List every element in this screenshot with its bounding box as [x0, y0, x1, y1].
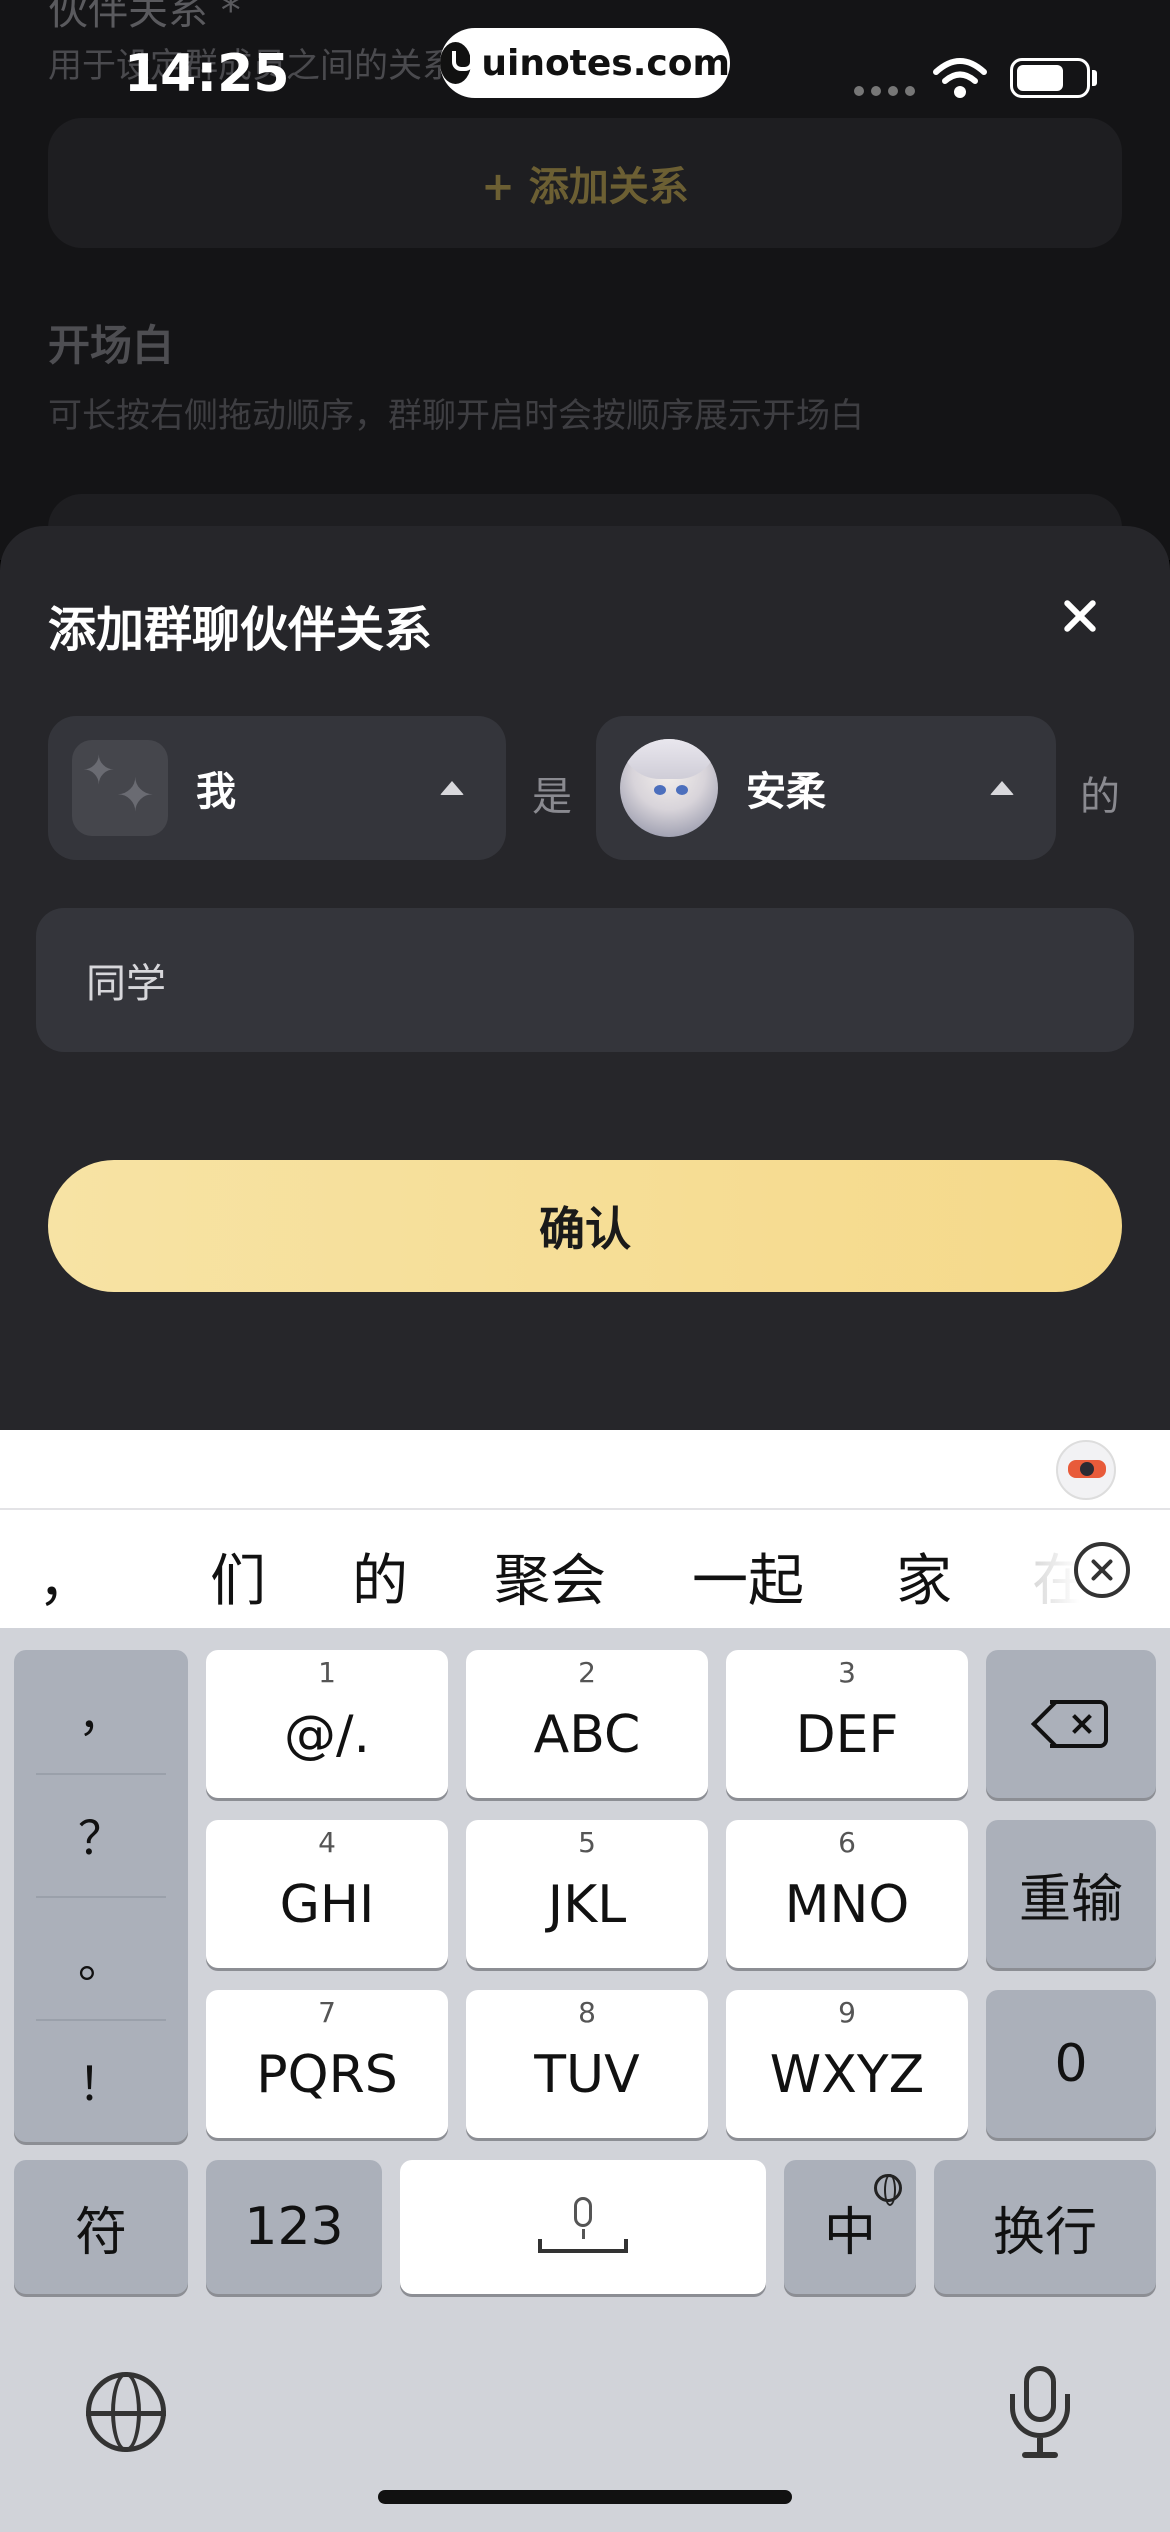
punct-comma-key[interactable]: ， — [14, 1650, 188, 1773]
candidate-item[interactable]: 的 — [352, 1536, 408, 1617]
candidate-bar: ， 们 的 聚会 一起 家 在 — [0, 1510, 1170, 1628]
microphone-icon[interactable] — [1010, 2366, 1070, 2460]
key-5[interactable]: 5 JKL — [466, 1820, 708, 1968]
space-key[interactable] — [400, 2160, 766, 2294]
globe-icon[interactable] — [86, 2372, 166, 2452]
key-6[interactable]: 6 MNO — [726, 1820, 968, 1968]
status-bar: 14:25 uinotes.com — [0, 0, 1170, 150]
sheet-title: 添加群聊伙伴关系 — [48, 602, 433, 658]
ime-toolbar — [0, 1430, 1170, 1510]
close-candidates-icon[interactable] — [1074, 1542, 1130, 1598]
url-pill: uinotes.com — [440, 28, 730, 98]
sparkle-avatar-icon: ✦ ✦ — [72, 740, 168, 836]
numbers-key[interactable]: 123 — [206, 2160, 382, 2294]
right-member-name: 安柔 — [746, 769, 826, 815]
candidate-item[interactable]: 一起 — [692, 1536, 804, 1617]
home-indicator[interactable] — [378, 2490, 792, 2504]
caret-up-icon — [990, 781, 1014, 795]
battery-icon — [1010, 58, 1090, 98]
symbol-key[interactable]: 符 — [14, 2160, 188, 2294]
battery-cap — [1092, 70, 1097, 86]
wifi-icon — [933, 58, 987, 98]
key-9[interactable]: 9 WXYZ — [726, 1990, 968, 2138]
uinotes-logo-icon — [440, 42, 475, 84]
space-mic-icon — [538, 2197, 628, 2257]
retype-key[interactable]: 重输 — [986, 1820, 1156, 1968]
confirm-button[interactable]: 确认 — [48, 1160, 1122, 1292]
close-icon[interactable] — [1050, 586, 1110, 646]
key-1[interactable]: 1 @/. — [206, 1650, 448, 1798]
punct-question-key[interactable]: ？ — [14, 1773, 188, 1896]
opening-lines-title: 开场白 — [48, 321, 175, 370]
candidate-item[interactable]: ， — [38, 1536, 94, 1617]
left-member-picker[interactable]: ✦ ✦ 我 — [48, 716, 506, 860]
status-time: 14:25 — [124, 44, 290, 104]
key-7[interactable]: 7 PQRS — [206, 1990, 448, 2138]
globe-small-icon — [874, 2174, 902, 2206]
cellular-signal-icon — [854, 86, 915, 96]
punct-period-key[interactable]: 。 — [14, 1896, 188, 2019]
connector-is: 是 — [532, 774, 572, 820]
key-8[interactable]: 8 TUV — [466, 1990, 708, 2138]
key-0[interactable]: 0 — [986, 1990, 1156, 2138]
right-member-picker[interactable]: 安柔 — [596, 716, 1056, 860]
keyboard: ， ？ 。 ！ 1 @/. 2 ABC 3 DEF 4 GHI 5 JKL 6 … — [0, 1628, 1170, 2532]
relation-input[interactable]: 同学 — [36, 908, 1134, 1052]
anime-character-avatar — [620, 739, 718, 837]
key-2[interactable]: 2 ABC — [466, 1650, 708, 1798]
ime-mascot-icon[interactable] — [1056, 1440, 1116, 1500]
candidate-item[interactable]: 们 — [210, 1536, 266, 1617]
candidate-item[interactable]: 家 — [896, 1536, 952, 1617]
backspace-key[interactable] — [986, 1650, 1156, 1798]
chinese-key[interactable]: 中 — [784, 2160, 916, 2294]
opening-lines-desc: 可长按右侧拖动顺序，群聊开启时会按顺序展示开场白 — [48, 396, 864, 436]
key-4[interactable]: 4 GHI — [206, 1820, 448, 1968]
punct-exclaim-key[interactable]: ！ — [14, 2019, 188, 2142]
backspace-icon — [1030, 1699, 1108, 1749]
connector-of: 的 — [1080, 774, 1120, 820]
left-member-name: 我 — [196, 769, 236, 815]
punctuation-column[interactable]: ， ？ 。 ！ — [14, 1650, 188, 2142]
key-3[interactable]: 3 DEF — [726, 1650, 968, 1798]
return-key[interactable]: 换行 — [934, 2160, 1156, 2294]
add-relation-sheet: 添加群聊伙伴关系 ✦ ✦ 我 是 安柔 的 同学 确认 — [0, 526, 1170, 1430]
url-text: uinotes.com — [481, 42, 730, 84]
caret-up-icon — [440, 781, 464, 795]
candidate-item[interactable]: 聚会 — [494, 1536, 606, 1617]
